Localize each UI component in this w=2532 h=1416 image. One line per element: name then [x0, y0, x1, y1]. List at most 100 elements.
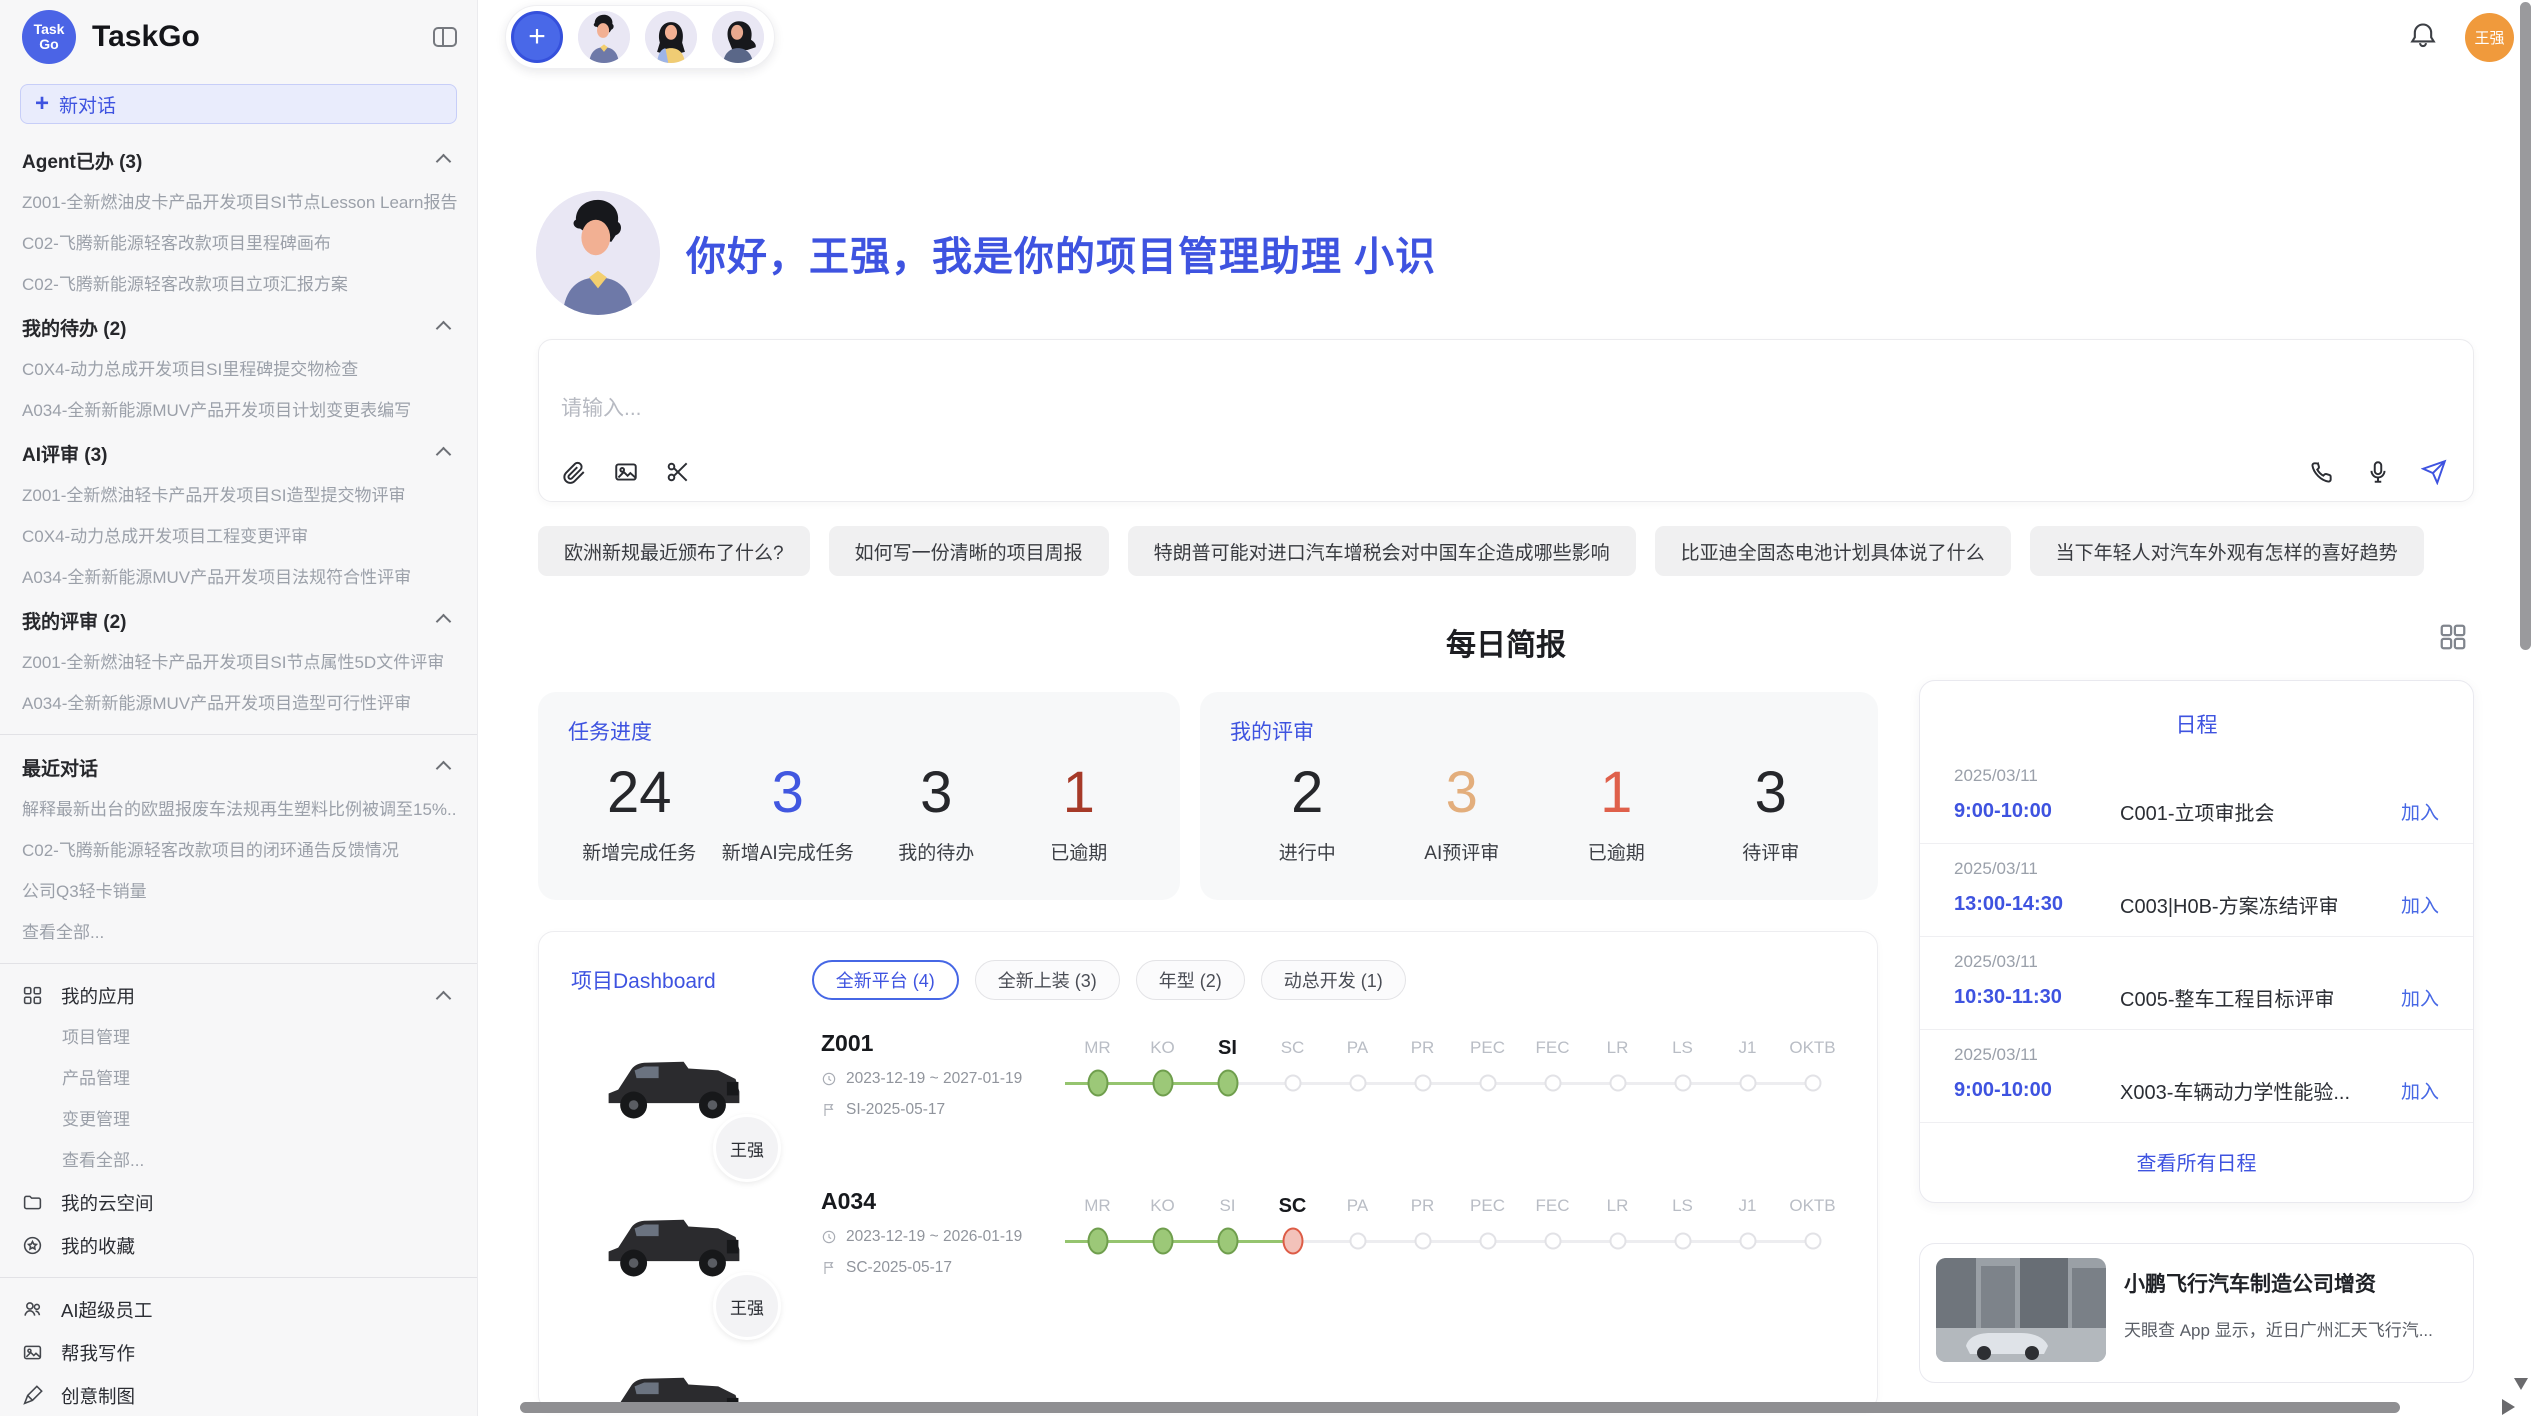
- recent-chat-item[interactable]: 解释最新出台的欧盟报废车法规再生塑料比例被调至15%...: [22, 789, 457, 830]
- section-agent-done[interactable]: Agent已办 (3): [22, 138, 457, 182]
- tab-model-year[interactable]: 年型 (2): [1136, 960, 1245, 1000]
- milestone: LS: [1650, 1032, 1715, 1104]
- sidebar-item-ai-employee[interactable]: AI超级员工: [22, 1288, 457, 1331]
- view-all-schedule-link[interactable]: 查看所有日程: [1920, 1123, 2473, 1202]
- section-title: Agent已办 (3): [22, 147, 142, 174]
- section-recent-chats[interactable]: 最近对话: [22, 745, 457, 789]
- milestone-label: OKTB: [1780, 1032, 1845, 1064]
- recent-view-all[interactable]: 查看全部...: [22, 912, 457, 953]
- scissors-icon[interactable]: [665, 459, 691, 485]
- join-link[interactable]: 加入: [2401, 984, 2439, 1011]
- add-agent-button[interactable]: +: [511, 11, 563, 63]
- milestone-dot: [1479, 1233, 1496, 1250]
- app-item-product-mgmt[interactable]: 产品管理: [22, 1058, 457, 1099]
- stat-value: 1: [1556, 760, 1676, 826]
- milestone-dot: [1217, 1228, 1238, 1255]
- sidebar-item[interactable]: Z001-全新燃油轻卡产品开发项目SI节点属性5D文件评审: [22, 642, 457, 683]
- tab-new-body[interactable]: 全新上装 (3): [975, 960, 1120, 1000]
- agent-avatar-2[interactable]: [645, 11, 697, 63]
- sidebar-item[interactable]: C0X4-动力总成开发项目SI里程碑提交物检查: [22, 349, 457, 390]
- stat-label: AI预评审: [1402, 838, 1522, 865]
- user-avatar[interactable]: 王强: [2465, 13, 2514, 62]
- milestone-label: SI: [1195, 1190, 1260, 1222]
- apps-view-all[interactable]: 查看全部...: [22, 1140, 457, 1181]
- attachment-icon[interactable]: [561, 459, 587, 485]
- image-upload-icon[interactable]: [613, 459, 639, 485]
- agent-avatar-1[interactable]: [578, 11, 630, 63]
- sidebar-item[interactable]: C02-飞腾新能源轻客改款项目立项汇报方案: [22, 264, 457, 305]
- recent-chat-item[interactable]: 公司Q3轻卡销量: [22, 871, 457, 912]
- schedule-item[interactable]: 2025/03/11 9:00-10:00 X003-车辆动力学性能验... 加…: [1920, 1030, 2473, 1123]
- notification-bell-icon[interactable]: [2409, 21, 2437, 54]
- suggestion-chip[interactable]: 比亚迪全固态电池计划具体说了什么: [1655, 526, 2011, 576]
- suggestion-chip[interactable]: 特朗普可能对进口汽车增税会对中国车企造成哪些影响: [1128, 526, 1636, 576]
- schedule-item[interactable]: 2025/03/11 13:00-14:30 C003|H0B-方案冻结评审 加…: [1920, 844, 2473, 937]
- sidebar-item[interactable]: A034-全新新能源MUV产品开发项目计划变更表编写: [22, 390, 457, 431]
- join-link[interactable]: 加入: [2401, 1077, 2439, 1104]
- scroll-down-arrow-icon[interactable]: [2514, 1378, 2528, 1390]
- milestone: OKTB: [1780, 1190, 1845, 1262]
- schedule-meeting-title: C001-立项审批会: [2120, 797, 2389, 826]
- send-icon[interactable]: [2421, 459, 2447, 485]
- app-item-change-mgmt[interactable]: 变更管理: [22, 1099, 457, 1140]
- message-input[interactable]: [561, 392, 2053, 452]
- sidebar-item[interactable]: Z001-全新燃油皮卡产品开发项目SI节点Lesson Learn报告: [22, 182, 457, 223]
- news-card[interactable]: 小鹏飞行汽车制造公司增资 天眼查 App 显示，近日广州汇天飞行汽...: [1919, 1243, 2474, 1383]
- star-badge-icon: [22, 1235, 43, 1256]
- picture-icon: [22, 1342, 43, 1363]
- suggestion-chip[interactable]: 如何写一份清晰的项目周报: [829, 526, 1109, 576]
- recent-chat-item[interactable]: C02-飞腾新能源轻客改款项目的闭环通告反馈情况: [22, 830, 457, 871]
- section-my-review[interactable]: 我的评审 (2): [22, 598, 457, 642]
- sidebar-item-favorites[interactable]: 我的收藏: [22, 1224, 457, 1267]
- microphone-icon[interactable]: [2365, 459, 2391, 485]
- milestone: SC: [1260, 1032, 1325, 1104]
- section-my-todo[interactable]: 我的待办 (2): [22, 305, 457, 349]
- milestone-label: LR: [1585, 1190, 1650, 1222]
- suggestion-chip[interactable]: 欧洲新规最近颁布了什么?: [538, 526, 810, 576]
- schedule-time: 9:00-10:00: [1954, 800, 2120, 823]
- milestone: PR: [1390, 1190, 1455, 1262]
- section-title: 我的评审 (2): [22, 607, 127, 634]
- milestone-label: SI: [1195, 1032, 1260, 1064]
- sidebar-item-help-write[interactable]: 帮我写作: [22, 1331, 457, 1374]
- sidebar-collapse-icon[interactable]: [433, 27, 457, 47]
- my-apps-label: 我的应用: [61, 983, 135, 1009]
- project-row[interactable]: 王强 A034 2023-12-19 ~ 2026-01-19 SC-2025-…: [571, 1180, 1845, 1316]
- vertical-scrollbar[interactable]: [2520, 2, 2531, 650]
- sidebar-item-my-apps[interactable]: 我的应用: [22, 974, 457, 1017]
- my-review-card: 我的评审 2 进行中 3 AI预评审 1: [1200, 692, 1878, 900]
- greeting-text: 你好，王强，我是你的项目管理助理 小识: [686, 224, 1436, 282]
- plus-icon: +: [35, 92, 49, 116]
- schedule-item[interactable]: 2025/03/11 10:30-11:30 C005-整车工程目标评审 加入: [1920, 937, 2473, 1030]
- sidebar-item[interactable]: A034-全新新能源MUV产品开发项目法规符合性评审: [22, 557, 457, 598]
- tab-powertrain[interactable]: 动总开发 (1): [1261, 960, 1406, 1000]
- sidebar-item-cloud-space[interactable]: 我的云空间: [22, 1181, 457, 1224]
- horizontal-scrollbar[interactable]: [520, 1402, 2400, 1413]
- sidebar-item[interactable]: C02-飞腾新能源轻客改款项目里程碑画布: [22, 223, 457, 264]
- schedule-item[interactable]: 2025/03/11 9:00-10:00 C001-立项审批会 加入: [1920, 751, 2473, 844]
- milestone: PEC: [1455, 1032, 1520, 1104]
- flag-icon: [821, 1102, 837, 1118]
- milestone: FEC: [1520, 1190, 1585, 1262]
- project-row[interactable]: 王强 Z001 2023-12-19 ~ 2027-01-19 SI-2025-…: [571, 1022, 1845, 1158]
- scroll-right-arrow-icon[interactable]: [2502, 1399, 2515, 1415]
- layout-grid-icon[interactable]: [2438, 622, 2468, 657]
- section-ai-review[interactable]: AI评审 (3): [22, 431, 457, 475]
- tab-new-platform[interactable]: 全新平台 (4): [812, 960, 959, 1000]
- agent-avatar-3[interactable]: [712, 11, 764, 63]
- suggestion-chip[interactable]: 当下年轻人对汽车外观有怎样的喜好趋势: [2030, 526, 2424, 576]
- greeting-block: 你好，王强，我是你的项目管理助理 小识: [536, 191, 2532, 315]
- suggestion-chips: 欧洲新规最近颁布了什么? 如何写一份清晰的项目周报 特朗普可能对进口汽车增税会对…: [538, 526, 2474, 576]
- project-row[interactable]: [571, 1338, 1845, 1411]
- sidebar-item[interactable]: C0X4-动力总成开发项目工程变更评审: [22, 516, 457, 557]
- phone-call-icon[interactable]: [2309, 459, 2335, 485]
- sidebar-item-creative-draw[interactable]: 创意制图: [22, 1374, 457, 1416]
- join-link[interactable]: 加入: [2401, 891, 2439, 918]
- stat: 24 新增完成任务: [579, 760, 699, 865]
- clock-icon: [821, 1229, 837, 1245]
- join-link[interactable]: 加入: [2401, 798, 2439, 825]
- sidebar-item[interactable]: A034-全新新能源MUV产品开发项目造型可行性评审: [22, 683, 457, 724]
- new-chat-button[interactable]: + 新对话: [20, 84, 457, 124]
- app-item-project-mgmt[interactable]: 项目管理: [22, 1017, 457, 1058]
- sidebar-item[interactable]: Z001-全新燃油轻卡产品开发项目SI造型提交物评审: [22, 475, 457, 516]
